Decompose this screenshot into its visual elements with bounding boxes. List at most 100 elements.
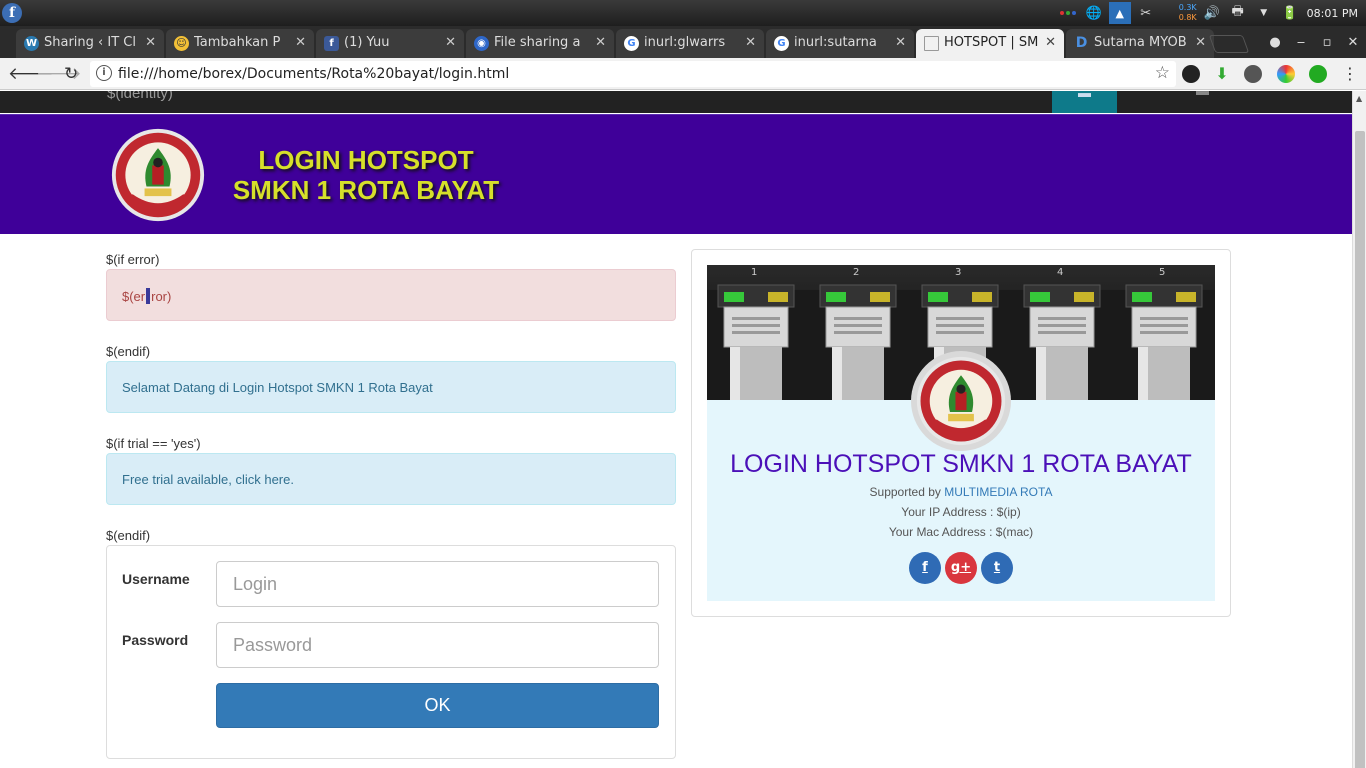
file-sharing-icon: ◉ xyxy=(474,36,489,51)
extension-green-icon[interactable] xyxy=(1309,65,1327,83)
wordpress-icon: W xyxy=(24,36,39,51)
error-alert: $(er ror) xyxy=(106,269,676,321)
nav-item-active-mark: ▬ xyxy=(1078,91,1091,100)
card-title: LOGIN HOTSPOT SMKN 1 ROTA BAYAT xyxy=(730,450,1192,478)
identity-text: $(identity) xyxy=(107,91,173,102)
tab-close-icon[interactable]: ✕ xyxy=(745,35,756,50)
fedora-menu-icon[interactable]: f xyxy=(2,3,22,23)
supported-by-line: Supported by MULTIMEDIA ROTA xyxy=(707,485,1215,499)
profile-card-body: 12345 LOGIN HOTSPOT SMKN 1 ROTA BAYAT Su… xyxy=(707,265,1215,601)
header-title-line2: SMKN 1 ROTA BAYAT xyxy=(232,175,500,205)
volume-icon[interactable]: 🔊 xyxy=(1201,2,1223,24)
tab-strip: W Sharing ‹ IT Cl ✕ ☺ Tambahkan P ✕ f (1… xyxy=(0,26,1366,58)
top-navbar: $(identity) ▬ ▬ xyxy=(0,91,1352,113)
trial-alert: Free trial available, click here. xyxy=(106,453,676,505)
ip-address-line: Your IP Address : $(ip) xyxy=(901,505,1021,519)
scroll-up-arrow-icon[interactable]: ▲ xyxy=(1356,94,1362,103)
window-controls: ● ‒ ▫ ✕ xyxy=(1262,26,1366,58)
net-down-value: 0.8K xyxy=(1178,13,1197,22)
browser-tab[interactable]: G inurl:sutarna ✕ xyxy=(766,29,914,58)
app-indicator-icon[interactable]: ▲ xyxy=(1108,2,1131,24)
tab-close-icon[interactable]: ✕ xyxy=(1195,35,1206,50)
trial-link[interactable]: click here. xyxy=(235,472,294,487)
bookmark-star-icon[interactable]: ☆ xyxy=(1155,63,1170,83)
download-icon[interactable]: ⬇ xyxy=(1213,65,1231,83)
minimize-icon[interactable]: ‒ xyxy=(1288,35,1314,50)
browser-tab[interactable]: ◉ File sharing a ✕ xyxy=(466,29,614,58)
browser-tab[interactable]: G inurl:glwarrs ✕ xyxy=(616,29,764,58)
info-icon[interactable]: i xyxy=(96,65,112,81)
tab-close-icon[interactable]: ✕ xyxy=(1045,35,1056,50)
tab-close-icon[interactable]: ✕ xyxy=(295,35,306,50)
nav-item[interactable]: ▬ xyxy=(1196,91,1209,98)
maximize-icon[interactable]: ▫ xyxy=(1314,35,1340,50)
battery-icon[interactable]: 🔋 xyxy=(1279,2,1301,24)
printer-icon[interactable]: 🖶 xyxy=(1227,2,1249,24)
dropdown-arrow-icon[interactable]: ▼ xyxy=(1253,2,1275,24)
multimedia-rota-link[interactable]: MULTIMEDIA ROTA xyxy=(944,485,1052,499)
tab-close-icon[interactable]: ✕ xyxy=(445,35,456,50)
scissors-icon[interactable]: ✂ xyxy=(1135,2,1157,24)
nav-item-active[interactable]: ▬ xyxy=(1052,91,1117,113)
mac-address-line: Your Mac Address : $(mac) xyxy=(888,525,1034,539)
username-input[interactable] xyxy=(216,561,659,607)
browser-tab[interactable]: f (1) Yuu ✕ xyxy=(316,29,464,58)
google-icon: G xyxy=(624,36,639,51)
header-title-line1: LOGIN HOTSPOT xyxy=(258,145,474,175)
template-endif: $(endif) xyxy=(106,528,151,543)
template-if-error: $(if error) xyxy=(106,252,160,267)
facebook-button[interactable]: f xyxy=(909,552,941,584)
net-up-value: 0.3K xyxy=(1178,3,1197,12)
port-number-label: 3 xyxy=(955,267,962,278)
reload-icon[interactable]: ↻ xyxy=(64,64,78,84)
login-form: Username Password OK xyxy=(106,545,676,759)
port-number-label: 2 xyxy=(853,267,860,278)
error-text-end: ror) xyxy=(151,289,172,304)
header-title: LOGIN HOTSPOT SMKN 1 ROTA BAYAT xyxy=(216,145,516,205)
clock[interactable]: 08:01 PM xyxy=(1307,7,1358,20)
close-window-icon[interactable]: ✕ xyxy=(1340,35,1366,50)
password-label: Password xyxy=(122,632,189,648)
page-scrollbar[interactable]: ▲ xyxy=(1352,91,1366,768)
profile-icon[interactable]: ● xyxy=(1262,35,1288,50)
trial-text: Free trial available, xyxy=(122,472,236,487)
chrome-menu-icon[interactable]: ⋮ xyxy=(1342,64,1358,83)
extension-color-icon[interactable] xyxy=(1277,65,1295,83)
card-avatar xyxy=(911,351,1011,451)
system-tray: 🌐 ▲ ✂ 0.3K 0.8K 🔊 🖶 ▼ 🔋 08:01 PM xyxy=(1053,0,1366,26)
welcome-text: Selamat Datang di Login Hotspot SMKN 1 R… xyxy=(122,380,433,395)
browser-tab[interactable]: D Sutarna MYOB ✕ xyxy=(1066,29,1214,58)
ok-button[interactable]: OK xyxy=(216,683,659,728)
page-icon xyxy=(924,36,939,51)
scrollbar-thumb[interactable] xyxy=(1355,131,1365,768)
browser-tab[interactable]: W Sharing ‹ IT Cl ✕ xyxy=(16,29,164,58)
twitter-button[interactable]: t xyxy=(981,552,1013,584)
extension-eye-icon[interactable] xyxy=(1244,65,1262,83)
google-plus-button[interactable]: g+ xyxy=(945,552,977,584)
doc-icon: D xyxy=(1075,35,1088,51)
os-top-panel: f 🌐 ▲ ✂ 0.3K 0.8K 🔊 🖶 ▼ 🔋 08:01 PM xyxy=(0,0,1366,26)
url-text[interactable]: file:///home/borex/Documents/Rota%20baya… xyxy=(118,66,509,82)
browser-tab-active[interactable]: HOTSPOT | SM ✕ xyxy=(916,29,1064,58)
welcome-alert: Selamat Datang di Login Hotspot SMKN 1 R… xyxy=(106,361,676,413)
address-bar[interactable]: i file:///home/borex/Documents/Rota%20ba… xyxy=(90,61,1176,87)
supported-by-text: Supported by xyxy=(869,485,945,499)
new-tab-button[interactable] xyxy=(1208,35,1250,53)
facebook-icon: f xyxy=(324,36,339,51)
school-logo-icon xyxy=(111,128,205,222)
emoji-icon: ☺ xyxy=(174,36,189,51)
port-number-label: 1 xyxy=(751,267,758,278)
password-input[interactable] xyxy=(216,622,659,668)
indicator-dots-icon[interactable] xyxy=(1057,2,1079,24)
profile-card: 12345 LOGIN HOTSPOT SMKN 1 ROTA BAYAT Su… xyxy=(691,249,1231,617)
extension-paw-icon[interactable] xyxy=(1182,65,1200,83)
tab-close-icon[interactable]: ✕ xyxy=(895,35,906,50)
browser-tab[interactable]: ☺ Tambahkan P ✕ xyxy=(166,29,314,58)
page-header: LOGIN HOTSPOT SMKN 1 ROTA BAYAT xyxy=(0,114,1352,234)
google-icon: G xyxy=(774,36,789,51)
error-text-start: $(er xyxy=(122,289,146,304)
tab-close-icon[interactable]: ✕ xyxy=(145,35,156,50)
port-number-label: 5 xyxy=(1159,267,1166,278)
network-globe-icon[interactable]: 🌐 xyxy=(1083,2,1105,24)
tab-close-icon[interactable]: ✕ xyxy=(595,35,606,50)
